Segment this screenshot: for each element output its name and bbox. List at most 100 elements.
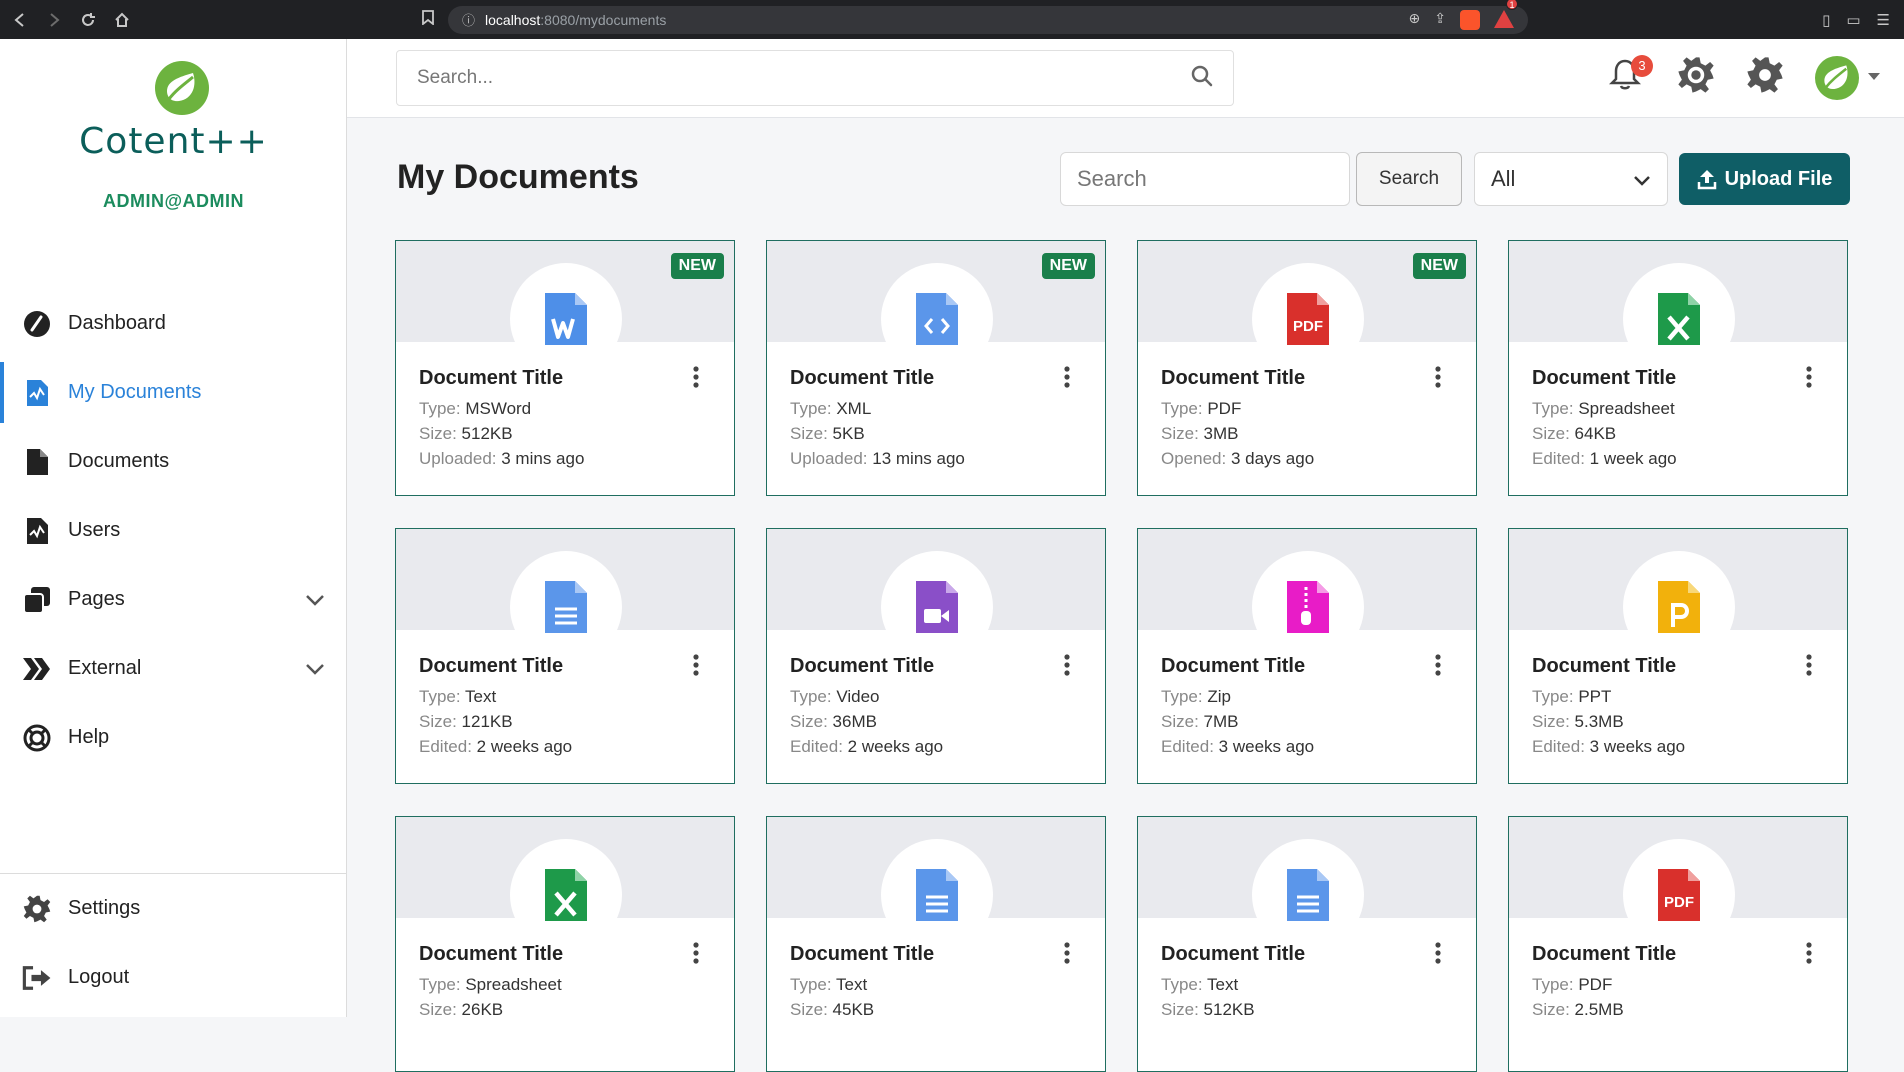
type-filter-select[interactable]: All bbox=[1474, 152, 1668, 206]
forward-button[interactable] bbox=[40, 6, 68, 34]
search-icon[interactable] bbox=[1191, 65, 1213, 92]
sidebar-item-dashboard[interactable]: Dashboard bbox=[0, 289, 347, 358]
chevron-down-icon[interactable] bbox=[305, 658, 325, 681]
document-type: Type: Video bbox=[790, 687, 880, 706]
settings-button[interactable] bbox=[1745, 55, 1785, 100]
brand-logo[interactable] bbox=[155, 61, 209, 115]
gear-icon bbox=[1678, 57, 1714, 93]
document-title[interactable]: Document Title bbox=[1532, 655, 1676, 678]
sidebar-item-help[interactable]: Help bbox=[0, 703, 347, 772]
more-options-icon[interactable] bbox=[1805, 365, 1813, 389]
theme-settings-button[interactable] bbox=[1676, 55, 1716, 100]
more-options-icon[interactable] bbox=[692, 653, 700, 677]
sidebar-item-external[interactable]: External bbox=[0, 634, 347, 703]
wallet-icon[interactable]: ▭ bbox=[1846, 11, 1860, 29]
document-title[interactable]: Document Title bbox=[790, 367, 934, 390]
document-type: Type: Spreadsheet bbox=[419, 975, 562, 994]
sidebar-item-label: My Documents bbox=[68, 381, 202, 403]
document-title[interactable]: Document Title bbox=[1532, 367, 1676, 390]
reload-button[interactable] bbox=[74, 6, 102, 34]
sidebar-item-users[interactable]: Users bbox=[0, 496, 347, 565]
sidebar-item-pages[interactable]: Pages bbox=[0, 565, 347, 634]
document-type: Type: Text bbox=[419, 687, 497, 706]
chart-file-icon bbox=[22, 516, 52, 546]
document-title[interactable]: Document Title bbox=[790, 943, 934, 966]
document-time: Edited: 1 week ago bbox=[1532, 449, 1677, 468]
bookmark-icon[interactable] bbox=[416, 9, 440, 30]
avatar-caret-icon[interactable] bbox=[1868, 73, 1880, 80]
more-options-icon[interactable] bbox=[1805, 653, 1813, 677]
brave-shield-icon[interactable] bbox=[1460, 9, 1480, 30]
share-icon[interactable]: ⇪ bbox=[1434, 10, 1446, 30]
sidebar-bottom: Settings Logout bbox=[0, 873, 347, 1012]
document-card[interactable]: Document Title Type: Text Size: 512KB bbox=[1137, 816, 1477, 1072]
pdf-icon: PDF bbox=[1623, 839, 1735, 951]
document-title[interactable]: Document Title bbox=[419, 655, 563, 678]
document-card[interactable]: PDF Document Title Type: PDF Size: 2.5MB bbox=[1508, 816, 1848, 1072]
document-title[interactable]: Document Title bbox=[419, 367, 563, 390]
more-options-icon[interactable] bbox=[1063, 941, 1071, 965]
global-search[interactable] bbox=[396, 50, 1234, 106]
sidebar-toggle-icon[interactable]: ▯ bbox=[1822, 11, 1830, 29]
address-bar[interactable]: ⓘ localhost :8080/mydocuments ⊕ ⇪ 1 bbox=[448, 0, 1528, 34]
chevrons-icon bbox=[22, 654, 52, 684]
sidebar-item-my-documents[interactable]: My Documents bbox=[0, 358, 347, 427]
document-time: Edited: 2 weeks ago bbox=[790, 737, 944, 756]
document-size: Size: 121KB bbox=[419, 712, 513, 731]
more-options-icon[interactable] bbox=[1063, 653, 1071, 677]
document-size: Size: 3MB bbox=[1161, 424, 1239, 443]
brand-name[interactable]: Cotent++ bbox=[0, 121, 347, 162]
avatar[interactable] bbox=[1815, 56, 1859, 100]
document-type: Type: Spreadsheet bbox=[1532, 399, 1675, 418]
copy-icon bbox=[22, 585, 52, 615]
document-title[interactable]: Document Title bbox=[1161, 655, 1305, 678]
search-button[interactable]: Search bbox=[1356, 152, 1462, 206]
back-button[interactable] bbox=[6, 6, 34, 34]
sidebar-item-documents[interactable]: Documents bbox=[0, 427, 347, 496]
document-card[interactable]: Document Title Type: Video Size: 36MB Edi… bbox=[766, 528, 1106, 784]
more-options-icon[interactable] bbox=[1434, 653, 1442, 677]
document-title[interactable]: Document Title bbox=[1161, 367, 1305, 390]
document-title[interactable]: Document Title bbox=[1161, 943, 1305, 966]
pdf-icon: PDF bbox=[1252, 263, 1364, 375]
rewards-icon[interactable]: 1 bbox=[1494, 0, 1518, 28]
document-card[interactable]: Document Title Type: Spreadsheet Size: 2… bbox=[395, 816, 735, 1072]
home-button[interactable] bbox=[108, 6, 136, 34]
document-size: Size: 512KB bbox=[1161, 1000, 1255, 1019]
global-search-input[interactable] bbox=[417, 67, 1191, 89]
chevron-down-icon[interactable] bbox=[305, 589, 325, 612]
document-card[interactable]: Document Title Type: Text Size: 121KB Edi… bbox=[395, 528, 735, 784]
excel-icon bbox=[1623, 263, 1735, 375]
zip-file-icon bbox=[1252, 551, 1364, 663]
sidebar-item-label: Help bbox=[68, 726, 110, 748]
sidebar-item-logout[interactable]: Logout bbox=[0, 943, 347, 1012]
sidebar: Cotent++ ADMIN@ADMIN Dashboard My Docume… bbox=[0, 39, 347, 1017]
upload-file-button[interactable]: Upload File bbox=[1679, 153, 1850, 205]
document-card[interactable]: Document Title Type: PPT Size: 5.3MB Edit… bbox=[1508, 528, 1848, 784]
document-card[interactable]: NEW Document Title Type: XML Size: 5KB Upl… bbox=[766, 240, 1106, 496]
more-options-icon[interactable] bbox=[692, 365, 700, 389]
more-options-icon[interactable] bbox=[692, 941, 700, 965]
more-options-icon[interactable] bbox=[1434, 365, 1442, 389]
ppt-icon bbox=[1623, 551, 1735, 663]
document-card[interactable]: PDF NEW Document Title Type: PDF Size: 3MB… bbox=[1137, 240, 1477, 496]
more-options-icon[interactable] bbox=[1434, 941, 1442, 965]
notifications-button[interactable]: 3 bbox=[1608, 55, 1653, 97]
gear-icon bbox=[22, 894, 52, 924]
document-title[interactable]: Document Title bbox=[790, 655, 934, 678]
document-title[interactable]: Document Title bbox=[419, 943, 563, 966]
document-title[interactable]: Document Title bbox=[1532, 943, 1676, 966]
document-card[interactable]: NEW Document Title Type: MSWord Size: 512… bbox=[395, 240, 735, 496]
sidebar-item-settings[interactable]: Settings bbox=[0, 874, 347, 943]
document-search-input[interactable] bbox=[1060, 152, 1350, 206]
document-card[interactable]: Document Title Type: Spreadsheet Size: 6… bbox=[1508, 240, 1848, 496]
site-info-icon[interactable]: ⓘ bbox=[462, 10, 475, 29]
notification-count-badge: 3 bbox=[1631, 55, 1653, 77]
zoom-icon[interactable]: ⊕ bbox=[1409, 10, 1421, 30]
document-card[interactable]: Document Title Type: Text Size: 45KB bbox=[766, 816, 1106, 1072]
upload-icon bbox=[1697, 170, 1716, 190]
more-options-icon[interactable] bbox=[1805, 941, 1813, 965]
more-options-icon[interactable] bbox=[1063, 365, 1071, 389]
document-card[interactable]: Document Title Type: Zip Size: 7MB Edited… bbox=[1137, 528, 1477, 784]
menu-icon[interactable]: ☰ bbox=[1877, 11, 1890, 29]
